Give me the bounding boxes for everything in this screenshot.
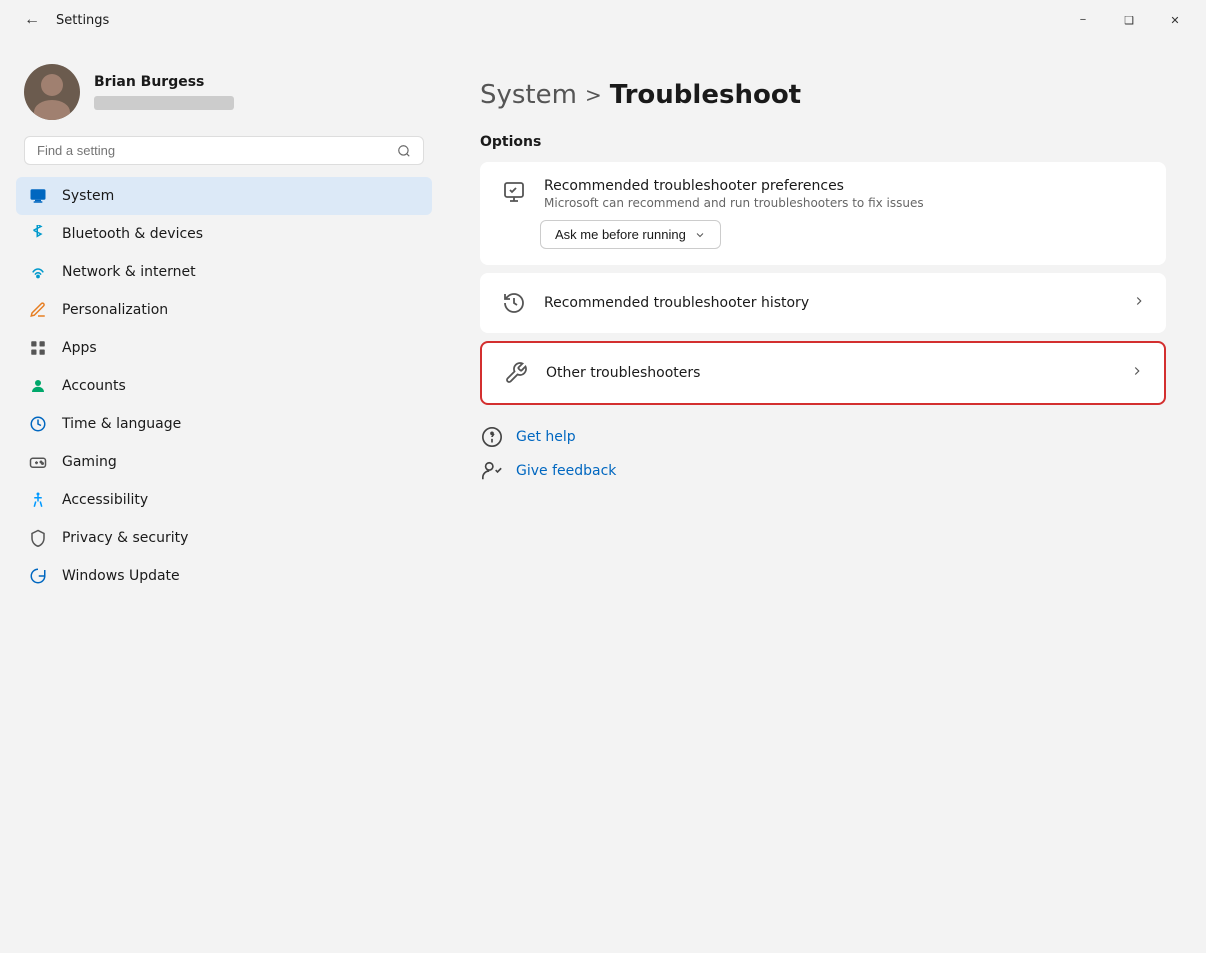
sidebar-label-system: System — [62, 188, 114, 204]
breadcrumb-current: Troubleshoot — [610, 80, 801, 110]
sidebar-item-accounts[interactable]: Accounts — [16, 367, 432, 405]
time-icon — [28, 414, 48, 434]
breadcrumb: System > Troubleshoot — [480, 80, 1166, 110]
search-icon — [397, 144, 411, 158]
sidebar-item-system[interactable]: System — [16, 177, 432, 215]
back-button[interactable]: ← — [16, 7, 48, 33]
give-feedback-link[interactable]: Give feedback — [480, 459, 1166, 483]
sidebar-item-update[interactable]: Windows Update — [16, 557, 432, 595]
gaming-icon — [28, 452, 48, 472]
sidebar-label-gaming: Gaming — [62, 454, 117, 470]
card-item-recommended-prefs: Recommended troubleshooter preferences Mi… — [480, 162, 1166, 265]
recommended-history-arrow — [1132, 294, 1146, 312]
titlebar-left: ← Settings — [16, 7, 109, 33]
sidebar-item-gaming[interactable]: Gaming — [16, 443, 432, 481]
give-feedback-icon — [480, 459, 504, 483]
accessibility-icon — [28, 490, 48, 510]
recommended-history-icon — [500, 289, 528, 317]
get-help-link[interactable]: Get help — [480, 425, 1166, 449]
sidebar-item-bluetooth[interactable]: Bluetooth & devices — [16, 215, 432, 253]
maximize-button[interactable]: ❑ — [1106, 4, 1152, 36]
card-other-troubleshooters: Other troubleshooters — [480, 341, 1166, 405]
card-item-recommended-history[interactable]: Recommended troubleshooter history — [480, 273, 1166, 333]
accounts-icon — [28, 376, 48, 396]
sidebar-label-network: Network & internet — [62, 264, 196, 280]
privacy-icon — [28, 528, 48, 548]
recommended-prefs-title: Recommended troubleshooter preferences — [544, 178, 1146, 194]
user-email-bar — [94, 96, 234, 110]
content-area: System > Troubleshoot Options Recommende… — [440, 40, 1206, 953]
sidebar-item-network[interactable]: Network & internet — [16, 253, 432, 291]
breadcrumb-parent: System — [480, 80, 577, 110]
recommended-history-title: Recommended troubleshooter history — [544, 295, 1116, 311]
sidebar-item-apps[interactable]: Apps — [16, 329, 432, 367]
sidebar-label-update: Windows Update — [62, 568, 180, 584]
other-troubleshooters-icon — [502, 359, 530, 387]
sidebar-item-personalization[interactable]: Personalization — [16, 291, 432, 329]
avatar — [24, 64, 80, 120]
update-icon — [28, 566, 48, 586]
dropdown-label: Ask me before running — [555, 227, 686, 242]
sidebar: Brian Burgess System Bluetooth & devices N… — [0, 40, 440, 953]
titlebar-title: Settings — [56, 13, 109, 28]
user-name: Brian Burgess — [94, 74, 424, 90]
recommended-prefs-subtitle: Microsoft can recommend and run troubles… — [544, 196, 1146, 210]
get-help-label: Get help — [516, 429, 576, 445]
recommended-prefs-dropdown[interactable]: Ask me before running — [540, 220, 721, 249]
app-body: Brian Burgess System Bluetooth & devices N… — [0, 40, 1206, 953]
user-info: Brian Burgess — [94, 74, 424, 110]
get-help-icon — [480, 425, 504, 449]
sidebar-label-bluetooth: Bluetooth & devices — [62, 226, 203, 242]
apps-icon — [28, 338, 48, 358]
sidebar-item-accessibility[interactable]: Accessibility — [16, 481, 432, 519]
sidebar-label-privacy: Privacy & security — [62, 530, 188, 546]
sidebar-label-time: Time & language — [62, 416, 181, 432]
minimize-button[interactable]: − — [1060, 4, 1106, 36]
search-input[interactable] — [37, 143, 389, 158]
sidebar-label-apps: Apps — [62, 340, 97, 356]
cards-container: Recommended troubleshooter preferences Mi… — [480, 162, 1166, 405]
help-links: Get help Give feedback — [480, 425, 1166, 483]
card-recommended-history: Recommended troubleshooter history — [480, 273, 1166, 333]
recommended-prefs-icon — [500, 178, 528, 206]
other-troubleshooters-arrow — [1130, 364, 1144, 382]
search-box[interactable] — [24, 136, 424, 165]
personalization-icon — [28, 300, 48, 320]
titlebar-controls: − ❑ ✕ — [1060, 4, 1198, 36]
nav-list: System Bluetooth & devices Network & inter… — [16, 177, 432, 595]
close-button[interactable]: ✕ — [1152, 4, 1198, 36]
network-icon — [28, 262, 48, 282]
system-icon — [28, 186, 48, 206]
breadcrumb-separator: > — [585, 83, 602, 107]
card-item-other-troubleshooters[interactable]: Other troubleshooters — [482, 343, 1164, 403]
bluetooth-icon — [28, 224, 48, 244]
sidebar-item-privacy[interactable]: Privacy & security — [16, 519, 432, 557]
sidebar-label-accounts: Accounts — [62, 378, 126, 394]
card-recommended-prefs: Recommended troubleshooter preferences Mi… — [480, 162, 1166, 265]
user-section: Brian Burgess — [16, 56, 432, 136]
sidebar-item-time[interactable]: Time & language — [16, 405, 432, 443]
sidebar-label-accessibility: Accessibility — [62, 492, 148, 508]
give-feedback-label: Give feedback — [516, 463, 616, 479]
sidebar-label-personalization: Personalization — [62, 302, 168, 318]
section-title: Options — [480, 134, 1166, 150]
other-troubleshooters-title: Other troubleshooters — [546, 365, 1114, 381]
titlebar: ← Settings − ❑ ✕ — [0, 0, 1206, 40]
